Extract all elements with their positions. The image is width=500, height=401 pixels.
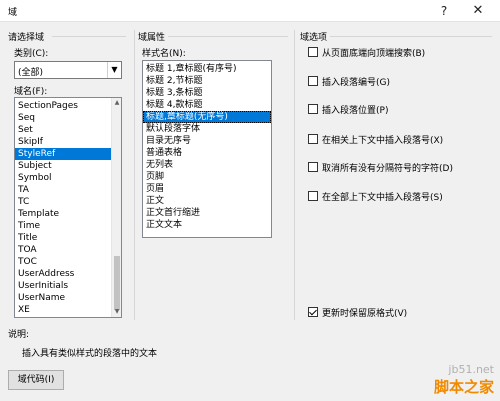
style-list-item[interactable]: 无列表 <box>143 159 271 171</box>
style-list-item[interactable]: 标题 4,款标题 <box>143 99 271 111</box>
field-list-item[interactable]: Template <box>15 208 111 220</box>
group-divider <box>52 36 126 37</box>
category-label: 类别(C): <box>14 49 49 59</box>
checkbox[interactable] <box>308 76 318 86</box>
field-list-item[interactable]: TOC <box>15 256 111 268</box>
option-label: 在相关上下文中插入段落号(X) <box>322 136 444 146</box>
option-label: 更新时保留原格式(V) <box>322 309 408 319</box>
style-list-item[interactable]: 标题,章标题(无序号) <box>143 111 271 123</box>
checkbox[interactable] <box>308 191 318 201</box>
column-divider <box>134 30 135 320</box>
field-list-item[interactable]: StyleRef <box>15 148 111 160</box>
column-divider <box>294 30 295 320</box>
field-list-item[interactable]: Set <box>15 124 111 136</box>
style-list-item[interactable]: 正文 <box>143 195 271 207</box>
checkbox[interactable] <box>308 162 318 172</box>
watermark-name: 脚本之家 <box>433 378 494 396</box>
field-list-item[interactable]: Title <box>15 232 111 244</box>
field-list-item[interactable]: XE <box>15 304 111 316</box>
help-button[interactable]: ? <box>436 3 452 19</box>
option-label: 取消所有没有分隔符号的字符(D) <box>322 164 453 174</box>
scroll-thumb[interactable] <box>114 256 120 310</box>
field-list-item[interactable]: UserName <box>15 292 111 304</box>
description-label: 说明: <box>8 330 30 340</box>
field-list-item[interactable]: Symbol <box>15 172 111 184</box>
field-list-item[interactable]: SectionPages <box>15 100 111 112</box>
field-list-item[interactable]: TA <box>15 184 111 196</box>
field-list-item[interactable]: UserInitials <box>15 280 111 292</box>
option-label: 插入段落位置(P) <box>322 106 389 116</box>
style-list-item[interactable]: 正文首行缩进 <box>143 207 271 219</box>
checkbox[interactable] <box>308 47 318 57</box>
field-list-item[interactable]: TC <box>15 196 111 208</box>
description-text: 插入具有类似样式的段落中的文本 <box>22 349 158 359</box>
style-list-item[interactable]: 目录无序号 <box>143 135 271 147</box>
style-list-item[interactable]: 页脚 <box>143 171 271 183</box>
field-list-item[interactable]: Time <box>15 220 111 232</box>
chevron-down-icon[interactable]: ▼ <box>107 62 121 78</box>
group-divider <box>330 36 492 37</box>
style-names-list[interactable]: 标题 1,章标题(有序号) 标题 2,节标题 标题 3,条标题 标题 4,款标题 标题,… <box>142 60 272 238</box>
field-names-list[interactable]: SectionPages Seq Set SkipIf StyleRef Subject S… <box>14 97 122 318</box>
style-list-item[interactable]: 标题 1,章标题(有序号) <box>143 63 271 75</box>
close-button[interactable]: ✕ <box>470 3 486 19</box>
category-dropdown[interactable]: (全部) ▼ <box>14 61 122 79</box>
style-list-item[interactable]: 普通表格 <box>143 147 271 159</box>
scroll-down-icon[interactable]: ▼ <box>112 307 121 317</box>
style-list-item[interactable]: 标题 3,条标题 <box>143 87 271 99</box>
field-names-label: 域名(F): <box>14 87 48 97</box>
option-label: 插入段落编号(G) <box>322 78 390 88</box>
style-list-item[interactable]: 页眉 <box>143 183 271 195</box>
checkbox[interactable] <box>308 104 318 114</box>
field-properties-heading: 域属性 <box>138 33 166 43</box>
option-label: 从页面底端向顶端搜索(B) <box>322 49 426 59</box>
field-list-item[interactable]: Seq <box>15 112 111 124</box>
field-list-scrollbar[interactable]: ▲ ▼ <box>111 98 121 317</box>
choose-field-heading: 请选择域 <box>8 33 45 43</box>
field-list-item[interactable]: Subject <box>15 160 111 172</box>
field-options-heading: 域选项 <box>300 33 328 43</box>
field-list-item[interactable]: TOA <box>15 244 111 256</box>
field-list-item[interactable]: SkipIf <box>15 136 111 148</box>
style-list-item[interactable]: 默认段落字体 <box>143 123 271 135</box>
checkbox-checked[interactable] <box>308 307 318 317</box>
field-list-item[interactable]: UserAddress <box>15 268 111 280</box>
style-list-item[interactable]: 标题 2,节标题 <box>143 75 271 87</box>
category-value: (全部) <box>18 68 44 78</box>
watermark-site: jb51.net <box>448 363 494 376</box>
group-divider <box>168 36 288 37</box>
style-name-label: 样式名(N): <box>142 49 186 59</box>
field-codes-button[interactable]: 域代码(I) <box>8 370 64 390</box>
style-list-item[interactable]: 正文文本 <box>143 219 271 231</box>
window-title: 域 <box>8 8 18 18</box>
watermark: jb51.net 脚本之家 <box>434 363 494 397</box>
scroll-up-icon[interactable]: ▲ <box>112 98 121 108</box>
title-bar: 域 ? ✕ <box>0 0 500 22</box>
checkbox[interactable] <box>308 134 318 144</box>
option-label: 在全部上下文中插入段落号(S) <box>322 193 443 203</box>
